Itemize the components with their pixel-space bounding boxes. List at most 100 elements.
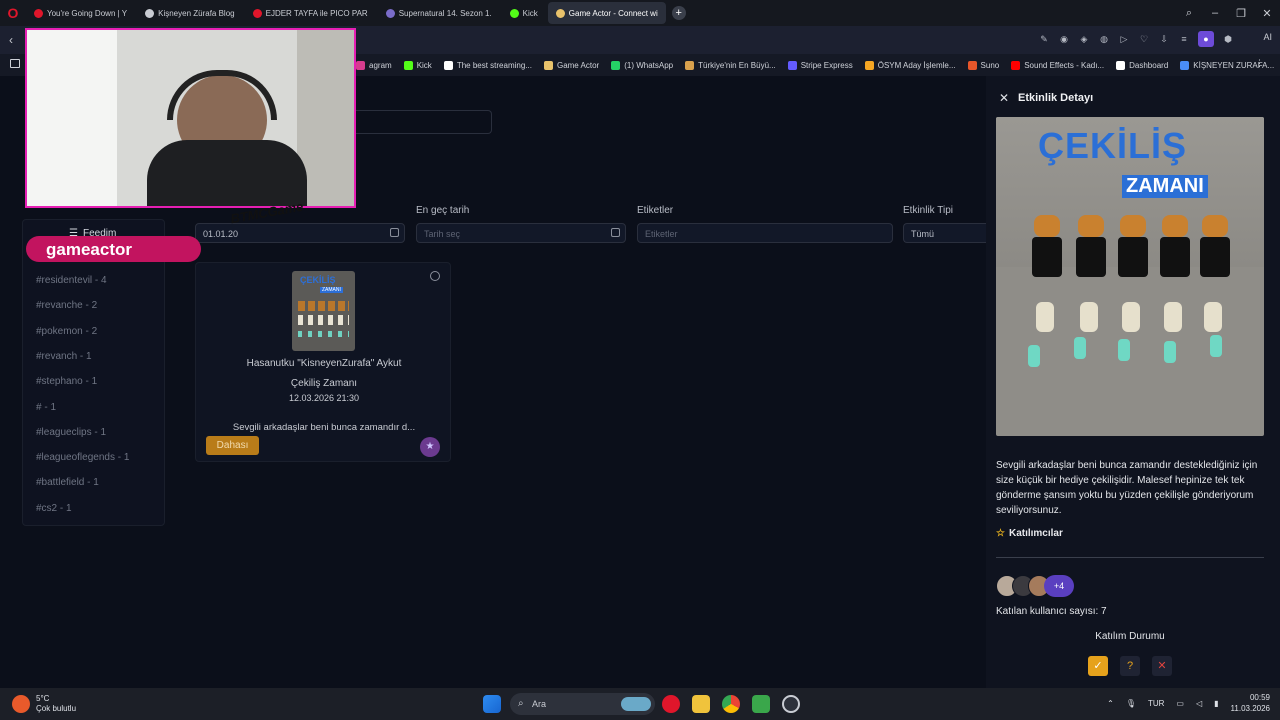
chevron-up-icon[interactable]: ⌃ — [1107, 699, 1114, 708]
microphone-icon[interactable]: 🎙 — [1126, 699, 1136, 708]
tag-link[interactable]: #stephano - 1 — [36, 376, 97, 387]
bookmark-item[interactable]: (1) WhatsApp — [611, 60, 674, 70]
vpn-icon[interactable]: ◍ — [1098, 33, 1110, 45]
tag-link[interactable]: #revanche - 2 — [36, 300, 97, 311]
bookmark-item[interactable]: Kick — [403, 60, 432, 70]
decline-button[interactable]: ✕ — [1152, 656, 1172, 676]
clock[interactable]: 00:59 11.03.2026 — [1231, 692, 1270, 714]
accept-button[interactable]: ✓ — [1088, 656, 1108, 676]
close-icon[interactable]: ✕ — [999, 91, 1009, 105]
tag-link[interactable]: #leagueclips - 1 — [36, 427, 106, 438]
bookmark-item[interactable]: The best streaming... — [443, 60, 532, 70]
opera-icon[interactable] — [662, 695, 680, 713]
calendar-icon[interactable] — [611, 228, 620, 237]
participants-label: Katılımcılar — [1008, 528, 1063, 539]
calendar-icon[interactable] — [390, 228, 399, 237]
menu-icon[interactable]: ≡ — [1178, 33, 1190, 45]
event-title: Çekiliş Zamanı — [290, 378, 358, 389]
weather-condition: Çok bulutlu — [36, 704, 77, 713]
app-icon[interactable] — [782, 695, 800, 713]
first-date-field[interactable]: 01.01.20 — [195, 223, 405, 243]
edit-icon[interactable]: ✎ — [1038, 33, 1050, 45]
ai-button[interactable]: AI — [1263, 32, 1272, 42]
tag-link[interactable]: #cs2 - 1 — [36, 503, 72, 514]
bookmark-item[interactable]: Sound Effects - Kadı... — [1011, 60, 1104, 70]
bookmark-label: (1) WhatsApp — [624, 60, 674, 70]
opera-logo-icon[interactable]: O — [0, 0, 26, 26]
tag-link[interactable]: #residentevil - 4 — [36, 275, 107, 286]
logo-text: gameactor — [46, 240, 132, 259]
tab-label: Supernatural 14. Sezon 1. — [398, 8, 492, 18]
star-icon[interactable]: ★ — [420, 437, 440, 457]
bookmark-item[interactable]: ÖSYM Aday İşlemle... — [864, 60, 956, 70]
latest-date-field[interactable]: Tarih seç — [416, 223, 626, 243]
search-input[interactable] — [352, 110, 492, 134]
chrome-icon[interactable] — [722, 695, 740, 713]
tab-1[interactable]: Kişneyen Zürafa Blog — [137, 2, 243, 24]
battery-icon[interactable]: ▮ — [1214, 699, 1218, 708]
participants-header[interactable]: ☆ Katılımcılar — [996, 528, 1063, 539]
bookmark-item[interactable]: Dashboard — [1116, 60, 1168, 70]
download-icon[interactable]: ⇩ — [1158, 33, 1170, 45]
person-body — [147, 140, 307, 206]
bookmark-label: ÖSYM Aday İşlemle... — [877, 60, 956, 70]
maybe-button[interactable]: ? — [1120, 656, 1140, 676]
weather-widget[interactable]: 5°C Çok bulutlu — [12, 694, 76, 714]
maximize-button[interactable]: ❐ — [1228, 7, 1254, 20]
tag-link[interactable]: #pokemon - 2 — [36, 326, 97, 337]
network-icon[interactable]: ▭ — [1176, 699, 1184, 708]
event-card[interactable]: ÇEKİLİŞ ZAMANI Hasanutku "KisneyenZurafa… — [195, 262, 451, 462]
event-type-select[interactable]: Tümü — [903, 223, 986, 243]
shield-icon[interactable]: ◈ — [1078, 33, 1090, 45]
tab-3[interactable]: Supernatural 14. Sezon 1. — [378, 2, 500, 24]
folder-icon[interactable] — [10, 59, 20, 68]
event-excerpt: Sevgili arkadaşlar beni bunca zamandır d… — [232, 422, 416, 433]
power-icon[interactable] — [430, 271, 440, 281]
bookmark-favicon-icon — [356, 60, 365, 70]
tag-link[interactable]: #revanch - 1 — [36, 351, 92, 362]
minecraft-icon[interactable] — [752, 695, 770, 713]
file-explorer-icon[interactable] — [692, 695, 710, 713]
camera-icon[interactable]: ◉ — [1058, 33, 1070, 45]
language-indicator[interactable]: TUR — [1148, 699, 1164, 708]
tab-5[interactable]: Game Actor - Connect wi — [547, 2, 666, 24]
search-icon[interactable]: ⌕ — [1176, 7, 1202, 20]
tab-label: You're Going Down | Y — [47, 8, 128, 18]
bookmark-item[interactable]: Stripe Express — [787, 60, 853, 70]
bookmark-item[interactable]: Suno — [967, 60, 999, 70]
tag-link[interactable]: #battlefield - 1 — [36, 477, 99, 488]
more-bookmarks-icon[interactable]: ⋮ — [1255, 58, 1264, 69]
bookmark-item[interactable]: Game Actor — [543, 60, 600, 70]
tab-0[interactable]: You're Going Down | Y — [26, 2, 135, 24]
bookmark-label: Game Actor — [556, 60, 600, 70]
search-highlight-icon — [621, 697, 651, 711]
bookmark-label: Kick — [416, 60, 432, 70]
participant-avatars[interactable]: +4 — [996, 575, 1074, 597]
close-window-button[interactable]: ✕ — [1254, 7, 1280, 20]
heart-icon[interactable]: ♡ — [1138, 33, 1150, 45]
back-button[interactable]: ‹ — [0, 33, 22, 47]
tag-link[interactable]: # - 1 — [36, 402, 56, 413]
bookmark-item[interactable]: Türkiye'nin En Büyü... — [685, 60, 776, 70]
more-button[interactable]: Dahası — [206, 436, 259, 455]
tab-4[interactable]: Kick — [502, 2, 546, 24]
volume-icon[interactable]: ◁ — [1196, 699, 1202, 708]
extensions-icon[interactable]: ⬢ — [1222, 33, 1234, 45]
headphones-icon — [167, 70, 277, 120]
tag-link[interactable]: #leagueoflegends - 1 — [36, 452, 129, 463]
bookmark-favicon-icon — [611, 60, 621, 70]
tags-field[interactable]: Etiketler — [637, 223, 893, 243]
minimize-button[interactable]: – — [1202, 7, 1228, 19]
play-icon[interactable]: ▷ — [1118, 33, 1130, 45]
tab-2[interactable]: EJDER TAYFA ile PICO PAR — [245, 2, 376, 24]
bookmark-item[interactable]: agram — [356, 60, 392, 70]
star-outline-icon: ☆ — [996, 528, 1005, 539]
new-tab-button[interactable]: + — [671, 6, 686, 20]
profile-icon[interactable]: ● — [1198, 31, 1214, 47]
tab-bar: O You're Going Down | Y Kişneyen Zürafa B… — [0, 0, 1280, 26]
taskbar-search[interactable]: ⌕ Ara — [510, 693, 655, 715]
more-avatars-badge[interactable]: +4 — [1044, 575, 1074, 597]
windows-start-icon[interactable] — [483, 695, 501, 713]
event-thumbnail[interactable]: ÇEKİLİŞ ZAMANI — [292, 271, 355, 351]
event-type-label: Etkinlik Tipi — [903, 205, 954, 216]
